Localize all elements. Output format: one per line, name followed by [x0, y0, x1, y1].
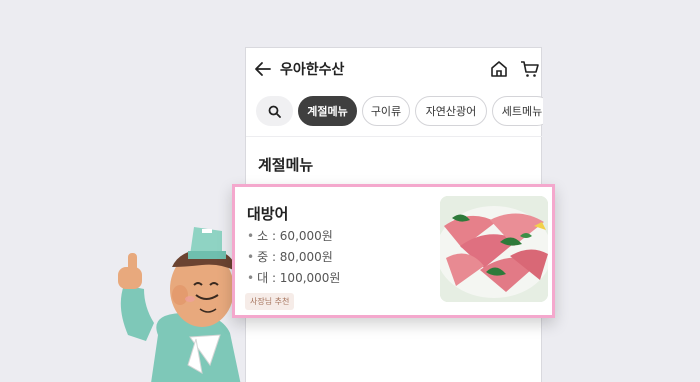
price-size: 중	[257, 250, 269, 264]
search-icon	[268, 105, 281, 118]
menu-item-card[interactable]: 대방어 • 소 : 60,000원 • 중 : 80,000원 • 대 : 100,0…	[232, 184, 555, 318]
price-list: • 소 : 60,000원 • 중 : 80,000원 • 대 : 100,000원	[247, 226, 340, 289]
price-value: 80,000원	[279, 250, 333, 264]
fish-sashimi-photo	[440, 196, 548, 302]
cart-icon[interactable]	[520, 59, 540, 79]
app-header: 우아한수산	[246, 48, 543, 92]
home-icon[interactable]	[489, 59, 509, 79]
price-row: • 대 : 100,000원	[247, 271, 341, 285]
chip-seasonal-menu[interactable]: 계절메뉴	[298, 96, 357, 126]
chip-wild-flatfish[interactable]: 자연산광어	[415, 96, 487, 126]
chip-grilled[interactable]: 구이류	[362, 96, 410, 126]
divider	[246, 136, 543, 137]
category-chip-bar: 계절메뉴 구이류 자연산광어 세트메뉴	[246, 96, 543, 126]
store-title: 우아한수산	[280, 62, 345, 78]
price-row: • 소 : 60,000원	[247, 229, 333, 243]
price-value: 60,000원	[279, 229, 333, 243]
price-value: 100,000원	[279, 271, 341, 285]
item-name: 대방어	[247, 205, 289, 223]
price-size: 대	[257, 271, 269, 285]
back-arrow-icon[interactable]	[254, 60, 272, 78]
chip-set-menu[interactable]: 세트메뉴	[492, 96, 543, 126]
mascot-illustration	[118, 227, 241, 382]
section-title: 계절메뉴	[258, 156, 314, 174]
search-button[interactable]	[256, 96, 293, 126]
recommend-badge: 사장님 추천	[245, 293, 295, 310]
price-row: • 중 : 80,000원	[247, 250, 333, 264]
price-size: 소	[257, 229, 269, 243]
item-photo	[440, 196, 548, 302]
